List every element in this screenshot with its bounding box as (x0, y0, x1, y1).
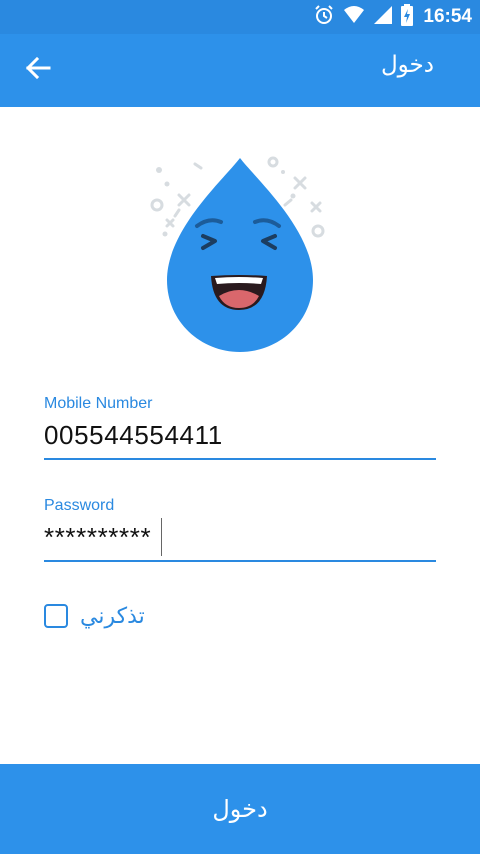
water-drop-mascot-icon (145, 150, 335, 360)
arrow-left-icon (25, 56, 51, 83)
password-label: Password (44, 497, 115, 514)
signal-icon (373, 5, 393, 29)
password-input[interactable]: ********** (44, 517, 436, 557)
remember-me-label: تذكرني (80, 603, 145, 629)
mobile-number-field: Mobile Number 005544554411 (44, 395, 436, 460)
password-underline (44, 560, 436, 562)
login-button[interactable]: دخول (0, 764, 480, 854)
login-button-label: دخول (212, 795, 268, 823)
battery-charging-icon (401, 4, 414, 30)
mobile-number-underline (44, 458, 436, 460)
status-icons: 16:54 (313, 0, 472, 34)
mobile-number-label: Mobile Number (44, 395, 153, 412)
text-cursor (161, 518, 163, 556)
page-title: دخول (380, 52, 434, 78)
back-button[interactable] (14, 48, 62, 92)
login-screen: 16:54 دخول Mobile Number 005544554411 Pa… (0, 0, 480, 854)
alarm-icon (313, 4, 335, 30)
remember-me-toggle[interactable]: تذكرني (44, 600, 145, 632)
remember-me-checkbox[interactable] (44, 604, 68, 628)
mobile-number-input[interactable]: 005544554411 (44, 415, 436, 455)
app-bar: دخول (0, 34, 480, 107)
password-field: Password ********** (44, 497, 436, 562)
wifi-icon (343, 5, 365, 29)
password-value: ********** (44, 522, 152, 552)
status-time: 16:54 (423, 6, 472, 27)
status-bar: 16:54 (0, 0, 480, 34)
